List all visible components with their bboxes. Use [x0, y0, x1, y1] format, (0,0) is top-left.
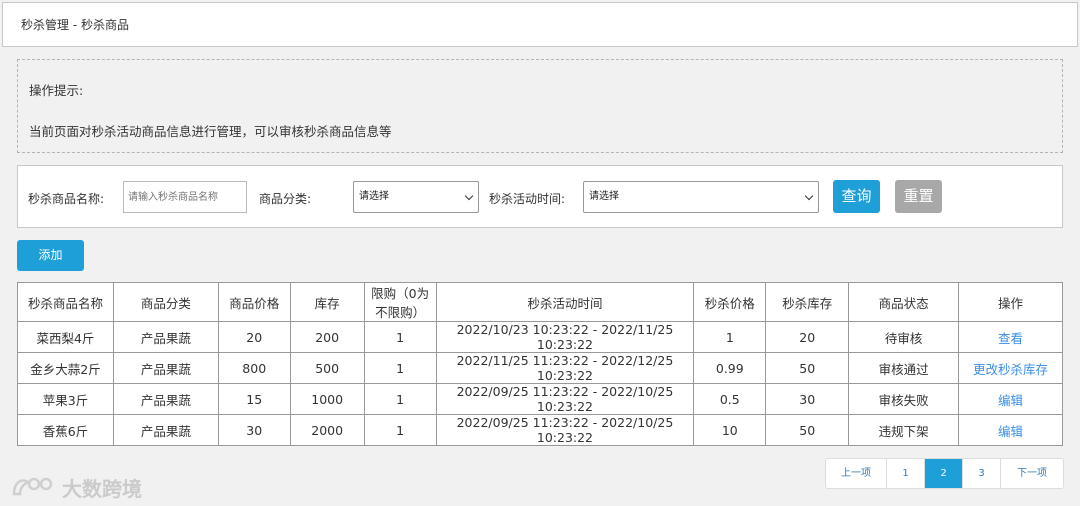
table-row: 菜西梨4斤 产品果蔬 20 200 1 2022/10/23 10:23:22 … — [17, 321, 1063, 353]
activity-time-select-value: 请选择 — [589, 191, 619, 202]
cell-category: 产品果蔬 — [112, 321, 219, 353]
view-link[interactable]: 查看 — [958, 321, 1063, 353]
cell-seckill-stock: 30 — [765, 383, 850, 415]
cell-seckill-price: 1 — [693, 321, 767, 353]
table-header-row: 秒杀商品名称 商品分类 商品价格 库存 限购（0为不限购） 秒杀活动时间 秒杀价… — [17, 282, 1063, 322]
cell-seckill-price: 10 — [693, 414, 767, 446]
category-select-value: 请选择 — [359, 191, 389, 202]
prev-page-button[interactable]: 上一项 — [826, 459, 887, 488]
header-stock: 库存 — [289, 282, 365, 322]
cell-category: 产品果蔬 — [112, 414, 219, 446]
pagination: 上一项 1 2 3 下一项 — [825, 458, 1064, 489]
cell-stock: 2000 — [289, 414, 365, 446]
category-select[interactable]: 请选择 — [353, 181, 479, 213]
table-row: 金乡大蒜2斤 产品果蔬 800 500 1 2022/11/25 11:23:2… — [17, 352, 1063, 384]
cell-purchase-limit: 1 — [363, 352, 437, 384]
cell-category: 产品果蔬 — [112, 352, 219, 384]
cell-price: 800 — [217, 352, 291, 384]
seckill-product-table: 秒杀商品名称 商品分类 商品价格 库存 限购（0为不限购） 秒杀活动时间 秒杀价… — [17, 282, 1063, 446]
cell-category: 产品果蔬 — [112, 383, 219, 415]
cell-status: 待审核 — [848, 321, 960, 353]
tips-content: 当前页面对秒杀活动商品信息进行管理，可以审核秒杀商品信息等 — [29, 124, 392, 139]
cell-stock: 1000 — [289, 383, 365, 415]
page-1-button[interactable]: 1 — [887, 459, 925, 488]
header-activity-time: 秒杀活动时间 — [435, 282, 695, 322]
table-row: 香蕉6斤 产品果蔬 30 2000 1 2022/09/25 11:23:22 … — [17, 414, 1063, 446]
header-seckill-stock: 秒杀库存 — [765, 282, 850, 322]
table-row: 苹果3斤 产品果蔬 15 1000 1 2022/09/25 11:23:22 … — [17, 383, 1063, 415]
cell-purchase-limit: 1 — [363, 321, 437, 353]
chevron-down-icon — [464, 191, 474, 201]
header-status: 商品状态 — [848, 282, 960, 322]
activity-time-select[interactable]: 请选择 — [583, 181, 819, 213]
watermark-text: 大数跨境 — [62, 476, 142, 501]
cell-activity-time: 2022/10/23 10:23:22 - 2022/11/25 10:23:2… — [435, 321, 695, 353]
watermark-logo-icon — [12, 477, 53, 496]
page-2-button[interactable]: 2 — [925, 459, 963, 488]
cell-price: 30 — [217, 414, 291, 446]
product-name-input[interactable] — [123, 181, 247, 213]
category-label: 商品分类: — [259, 192, 312, 206]
cell-price: 15 — [217, 383, 291, 415]
cell-activity-time: 2022/09/25 11:23:22 - 2022/10/25 10:23:2… — [435, 414, 695, 446]
cell-purchase-limit: 1 — [363, 414, 437, 446]
change-stock-link[interactable]: 更改秒杀库存 — [958, 352, 1063, 384]
query-button[interactable]: 查询 — [833, 180, 880, 213]
cell-status: 审核通过 — [848, 352, 960, 384]
cell-purchase-limit: 1 — [363, 383, 437, 415]
header-seckill-price: 秒杀价格 — [693, 282, 767, 322]
cell-stock: 200 — [289, 321, 365, 353]
page-3-button[interactable]: 3 — [963, 459, 1001, 488]
cell-product-name: 金乡大蒜2斤 — [17, 352, 114, 384]
cell-status: 违规下架 — [848, 414, 960, 446]
activity-time-label: 秒杀活动时间: — [489, 192, 566, 206]
breadcrumb: 秒杀管理 - 秒杀商品 — [2, 2, 1078, 47]
reset-button[interactable]: 重置 — [895, 180, 942, 213]
cell-seckill-stock: 50 — [765, 414, 850, 446]
cell-seckill-stock: 20 — [765, 321, 850, 353]
edit-link[interactable]: 编辑 — [958, 414, 1063, 446]
cell-price: 20 — [217, 321, 291, 353]
cell-product-name: 苹果3斤 — [17, 383, 114, 415]
chevron-down-icon — [804, 191, 814, 201]
header-purchase-limit: 限购（0为不限购） — [363, 282, 437, 322]
watermark: 大数跨境 — [10, 474, 142, 501]
cell-status: 审核失败 — [848, 383, 960, 415]
cell-activity-time: 2022/11/25 11:23:22 - 2022/12/25 10:23:2… — [435, 352, 695, 384]
cell-product-name: 香蕉6斤 — [17, 414, 114, 446]
operation-tips-panel: 操作提示: 当前页面对秒杀活动商品信息进行管理，可以审核秒杀商品信息等 — [17, 59, 1063, 153]
next-page-button[interactable]: 下一项 — [1001, 459, 1063, 488]
header-product-name: 秒杀商品名称 — [17, 282, 114, 322]
cell-product-name: 菜西梨4斤 — [17, 321, 114, 353]
tips-title: 操作提示: — [29, 83, 84, 98]
cell-seckill-price: 0.99 — [693, 352, 767, 384]
add-button[interactable]: 添加 — [17, 240, 84, 271]
search-panel: 秒杀商品名称: 商品分类: 请选择 秒杀活动时间: 请选择 查询 重置 — [17, 165, 1063, 228]
header-price: 商品价格 — [217, 282, 291, 322]
cell-seckill-stock: 50 — [765, 352, 850, 384]
cell-stock: 500 — [289, 352, 365, 384]
product-name-label: 秒杀商品名称: — [28, 192, 105, 206]
cell-activity-time: 2022/09/25 11:23:22 - 2022/10/25 10:23:2… — [435, 383, 695, 415]
header-operation: 操作 — [958, 282, 1063, 322]
edit-link[interactable]: 编辑 — [958, 383, 1063, 415]
header-category: 商品分类 — [112, 282, 219, 322]
cell-seckill-price: 0.5 — [693, 383, 767, 415]
